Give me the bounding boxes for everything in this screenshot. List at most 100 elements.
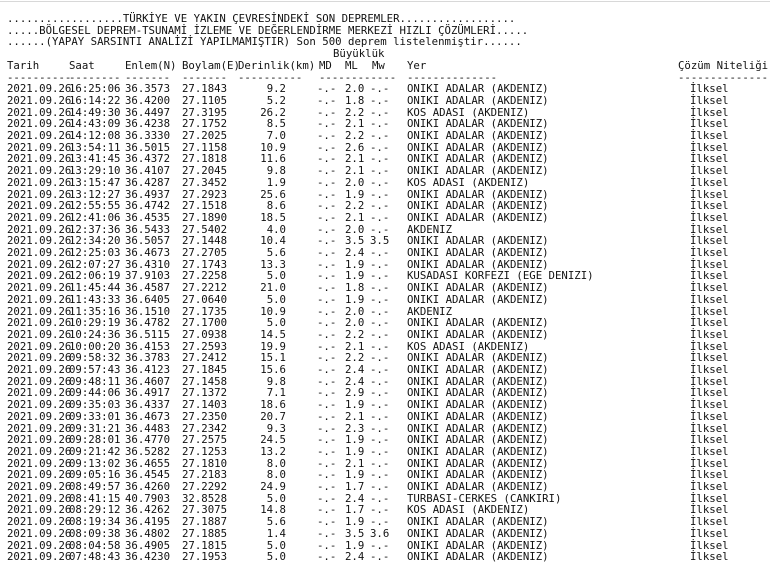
cell-mw: -.- xyxy=(370,210,390,224)
table-row: 2021.09.26 08:49:57 36.4260 27.2292 24.9 -.- 1… xyxy=(0,481,770,493)
cell-ml: 2.4 xyxy=(345,550,365,564)
cell-saat: 09:57:43 xyxy=(69,363,121,376)
cell-boylam: 27.1845 xyxy=(182,363,228,376)
cell-yer: ONIKI ADALAR (AKDENIZ) xyxy=(407,363,549,376)
cell-ml: 1.9 xyxy=(345,444,365,458)
cell-mw: -.- xyxy=(370,129,390,142)
cell-saat: 07:48:43 xyxy=(69,550,121,564)
cell-ml: 2.2 xyxy=(345,129,365,142)
cell-cozum: İlksel xyxy=(690,526,729,540)
cell-boylam: 27.1105 xyxy=(182,93,228,107)
cell-ml: 2.1 xyxy=(345,409,365,423)
cell-yer: ONIKI ADALAR (AKDENIZ) xyxy=(407,210,549,224)
earthquake-list-page: ..................TÜRKİYE VE YAKIN ÇEVRE… xyxy=(0,0,770,569)
cell-cozum: İlksel xyxy=(690,444,729,458)
cell-saat: 12:41:06 xyxy=(69,210,121,224)
cell-saat: 12:25:03 xyxy=(69,246,121,259)
cell-derinlik: 24.9 xyxy=(260,480,286,493)
cell-mw: -.- xyxy=(370,409,390,423)
cell-derinlik: 18.5 xyxy=(260,210,286,224)
cell-mw: -.- xyxy=(370,246,390,259)
cell-enlem: 36.4260 xyxy=(125,480,171,493)
cell-cozum: İlksel xyxy=(690,210,729,224)
cell-md: -.- xyxy=(317,444,337,458)
cell-mw: -.- xyxy=(370,480,390,493)
cell-enlem: 36.4287 xyxy=(125,175,171,189)
cell-md: -.- xyxy=(317,550,337,564)
cell-tarih: 2021.09.26 xyxy=(7,550,72,564)
cell-ml: 2.4 xyxy=(345,246,365,259)
cell-boylam: 27.2292 xyxy=(182,480,228,493)
cell-saat: 11:43:33 xyxy=(69,292,121,306)
cell-ml: 3.5 xyxy=(345,526,365,540)
cell-saat: 08:49:57 xyxy=(69,480,121,493)
cell-enlem: 36.4673 xyxy=(125,246,171,259)
cell-md: -.- xyxy=(317,526,337,540)
cell-enlem: 36.4673 xyxy=(125,409,171,423)
cell-boylam: 27.2705 xyxy=(182,246,228,259)
header-note: ......(YAPAY SARSINTI ANALİZİ YAPILMAMIŞ… xyxy=(7,35,522,49)
cell-md: -.- xyxy=(317,292,337,306)
cell-boylam: 27.2350 xyxy=(182,409,228,423)
cell-derinlik: 1.9 xyxy=(266,175,286,189)
cell-cozum: İlksel xyxy=(690,480,729,493)
cell-cozum: İlksel xyxy=(690,246,729,259)
cell-boylam: 27.0938 xyxy=(182,327,228,341)
cell-tarih: 2021.09.26 xyxy=(7,363,72,376)
cell-tarih: 2021.09.26 xyxy=(7,292,72,306)
cell-ml: 1.8 xyxy=(345,93,365,107)
cell-ml: 1.7 xyxy=(345,480,365,493)
cell-md: -.- xyxy=(317,129,337,142)
header-title: ..................TÜRKİYE VE YAKIN ÇEVRE… xyxy=(7,12,516,25)
table-row: 2021.09.26 09:21:42 36.5282 27.1253 13.2 -.- 1… xyxy=(0,446,770,458)
col-boylam: Boylam(E) xyxy=(182,58,240,72)
cell-yer: ONIKI ADALAR (AKDENIZ) xyxy=(407,129,549,142)
table-row: 2021.09.26 14:12:08 36.3330 27.2025 7.0 -.- 2.… xyxy=(0,130,770,142)
cell-tarih: 2021.09.26 xyxy=(7,327,72,341)
cell-saat: 13:15:47 xyxy=(69,175,121,189)
cell-yer: ONIKI ADALAR (AKDENIZ) xyxy=(407,550,549,564)
cell-cozum: İlksel xyxy=(690,327,729,341)
cell-ml: 2.0 xyxy=(345,175,365,189)
cell-yer: ONIKI ADALAR (AKDENIZ) xyxy=(407,526,549,540)
cell-md: -.- xyxy=(317,210,337,224)
cell-cozum: İlksel xyxy=(690,409,729,423)
cell-cozum: İlksel xyxy=(690,93,729,107)
cell-ml: 2.4 xyxy=(345,363,365,376)
cell-tarih: 2021.09.26 xyxy=(7,93,72,107)
cell-boylam: 27.1890 xyxy=(182,210,228,224)
cell-boylam: 27.1885 xyxy=(182,526,228,540)
cell-mw: -.- xyxy=(370,363,390,376)
cell-derinlik: 5.0 xyxy=(266,292,286,306)
cell-yer: ONIKI ADALAR (AKDENIZ) xyxy=(407,93,549,107)
cell-md: -.- xyxy=(317,327,337,341)
table-row: 2021.09.26 08:09:38 36.4802 27.1885 1.4 -.- 3.… xyxy=(0,528,770,540)
cell-saat: 09:21:42 xyxy=(69,444,121,458)
cell-yer: ONIKI ADALAR (AKDENIZ) xyxy=(407,480,549,493)
cell-enlem: 36.4535 xyxy=(125,210,171,224)
table-row: 2021.09.26 12:25:03 36.4673 27.2705 5.6 -.- 2.… xyxy=(0,247,770,259)
cell-derinlik: 14.5 xyxy=(260,327,286,341)
table-row: 2021.09.26 12:41:06 36.4535 27.1890 18.5 -.- 2… xyxy=(0,212,770,224)
cell-yer: ONIKI ADALAR (AKDENIZ) xyxy=(407,327,549,341)
cell-md: -.- xyxy=(317,363,337,376)
cell-mw: 3.6 xyxy=(370,526,390,540)
col-enlem: Enlem(N) xyxy=(125,58,177,72)
cell-enlem: 36.4802 xyxy=(125,526,171,540)
cell-ml: 2.2 xyxy=(345,327,365,341)
cell-enlem: 36.6405 xyxy=(125,292,171,306)
cell-cozum: İlksel xyxy=(690,550,729,564)
cell-mw: -.- xyxy=(370,93,390,107)
cell-yer: ONIKI ADALAR (AKDENIZ) xyxy=(407,292,549,306)
cell-tarih: 2021.09.26 xyxy=(7,175,72,189)
cell-md: -.- xyxy=(317,93,337,107)
table-row: 2021.09.26 07:48:43 36.4230 27.1953 5.0 -.- 2.… xyxy=(0,551,770,563)
cell-mw: -.- xyxy=(370,550,390,564)
cell-boylam: 27.0640 xyxy=(182,292,228,306)
cell-cozum: İlksel xyxy=(690,363,729,376)
cell-yer: ONIKI ADALAR (AKDENIZ) xyxy=(407,246,549,259)
cell-saat: 09:33:01 xyxy=(69,409,121,423)
cell-mw: -.- xyxy=(370,444,390,458)
cell-saat: 14:12:08 xyxy=(69,129,121,142)
cell-boylam: 27.3452 xyxy=(182,175,228,189)
